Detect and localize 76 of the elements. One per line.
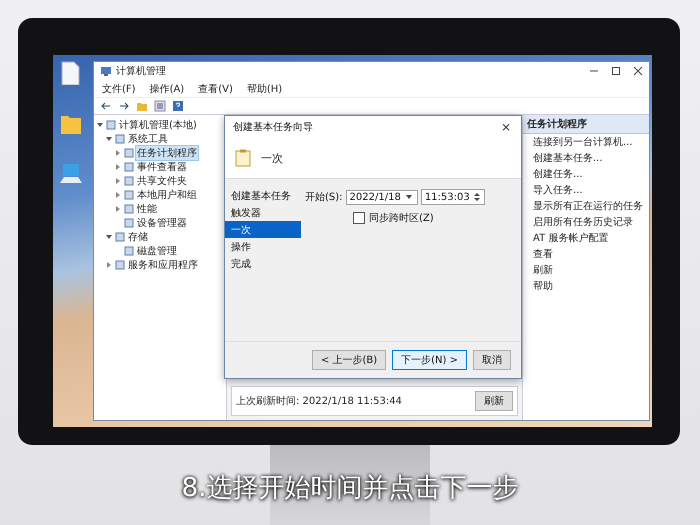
tree-node-icon bbox=[124, 148, 134, 158]
sync-checkbox[interactable] bbox=[353, 212, 365, 224]
task-clipboard-icon bbox=[235, 149, 251, 167]
list-icon[interactable] bbox=[154, 100, 166, 112]
sync-label: 同步跨时区(Z) bbox=[369, 212, 434, 225]
tree-node-icon bbox=[106, 120, 116, 130]
tree-item[interactable]: 性能 bbox=[136, 202, 158, 216]
wizard-step[interactable]: 完成 bbox=[225, 255, 301, 272]
expand-arrow-icon[interactable] bbox=[114, 191, 122, 199]
action-item[interactable]: 连接到另一台计算机... bbox=[523, 134, 649, 150]
action-item[interactable]: 查看 bbox=[523, 246, 649, 262]
expand-arrow-icon[interactable] bbox=[105, 261, 113, 269]
action-item[interactable]: 帮助 bbox=[523, 278, 649, 294]
tree-item[interactable]: 磁盘管理 bbox=[136, 244, 178, 258]
action-item[interactable]: 刷新 bbox=[523, 262, 649, 278]
dialog-title: 创建基本任务向导 bbox=[233, 120, 313, 134]
video-caption: 8.选择开始时间并点击下一步 bbox=[182, 472, 518, 505]
action-item[interactable]: AT 服务帐户配置 bbox=[523, 230, 649, 246]
collapse-arrow-icon[interactable] bbox=[105, 135, 113, 143]
action-item[interactable]: 显示所有正在运行的任务 bbox=[523, 198, 649, 214]
tree-node-icon bbox=[124, 162, 134, 172]
menu-item[interactable]: 帮助(H) bbox=[244, 82, 284, 96]
expand-arrow-icon[interactable] bbox=[114, 163, 122, 171]
wizard-step[interactable]: 操作 bbox=[225, 238, 301, 255]
tree-item[interactable]: 本地用户和组 bbox=[136, 188, 198, 202]
actions-header: 任务计划程序 bbox=[523, 115, 649, 134]
menu-item[interactable]: 操作(A) bbox=[148, 82, 186, 96]
refresh-time-text: 上次刷新时间: 2022/1/18 11:53:44 bbox=[236, 394, 402, 408]
wizard-button[interactable]: < 上一步(B) bbox=[312, 350, 386, 370]
close-icon[interactable] bbox=[633, 66, 643, 76]
tree-item[interactable]: 存储 bbox=[127, 230, 149, 244]
action-item[interactable]: 导入任务... bbox=[523, 182, 649, 198]
refresh-button[interactable]: 刷新 bbox=[475, 391, 513, 411]
wizard-heading: 一次 bbox=[261, 150, 283, 166]
action-item[interactable]: 创建基本任务... bbox=[523, 150, 649, 166]
tree-node-icon bbox=[124, 218, 134, 228]
wizard-step[interactable]: 一次 bbox=[225, 221, 301, 238]
wizard-button[interactable]: 取消 bbox=[473, 350, 511, 370]
maximize-icon[interactable] bbox=[611, 66, 621, 76]
menu-item[interactable]: 查看(V) bbox=[196, 82, 235, 96]
forward-arrow-icon[interactable] bbox=[118, 100, 130, 112]
tree-node-icon bbox=[124, 176, 134, 186]
time-field[interactable]: 11:53:03 bbox=[420, 189, 485, 205]
close-button[interactable]: × bbox=[494, 120, 517, 134]
tree-node-icon bbox=[115, 134, 125, 144]
window-title: 计算机管理 bbox=[116, 64, 167, 78]
back-arrow-icon[interactable] bbox=[100, 100, 112, 112]
tree-node-icon bbox=[124, 190, 134, 200]
help-icon[interactable] bbox=[172, 100, 184, 112]
tree-item[interactable]: 事件查看器 bbox=[136, 160, 188, 174]
date-field[interactable]: 2022/1/18 bbox=[346, 190, 418, 204]
tree-node-icon bbox=[115, 260, 125, 270]
action-item[interactable]: 创建任务... bbox=[523, 166, 649, 182]
menu-item[interactable]: 文件(F) bbox=[100, 82, 138, 96]
tree-item[interactable]: 设备管理器 bbox=[136, 216, 188, 230]
expand-arrow-icon[interactable] bbox=[114, 205, 122, 213]
tree-item[interactable]: 共享文件夹 bbox=[136, 174, 188, 188]
wizard-step[interactable]: 创建基本任务 bbox=[225, 187, 301, 204]
expand-arrow-icon[interactable] bbox=[114, 149, 122, 157]
tree-node-icon bbox=[124, 204, 134, 214]
spinner-icon[interactable] bbox=[472, 191, 481, 203]
tree-item[interactable]: 计算机管理(本地) bbox=[118, 118, 198, 132]
tree-item[interactable]: 系统工具 bbox=[127, 132, 169, 146]
app-icon bbox=[100, 65, 112, 77]
tree-item[interactable]: 任务计划程序 bbox=[136, 146, 198, 160]
collapse-arrow-icon[interactable] bbox=[105, 233, 113, 241]
wizard-step[interactable]: 触发器 bbox=[225, 204, 301, 221]
tree-item[interactable]: 服务和应用程序 bbox=[127, 258, 199, 272]
computer-icon[interactable] bbox=[59, 161, 83, 185]
tree-node-icon bbox=[115, 232, 125, 242]
expand-arrow-icon[interactable] bbox=[114, 177, 122, 185]
action-item[interactable]: 启用所有任务历史记录 bbox=[523, 214, 649, 230]
collapse-arrow-icon[interactable] bbox=[96, 121, 104, 129]
tree-node-icon bbox=[124, 246, 134, 256]
start-label: 开始(S): bbox=[305, 191, 343, 204]
wizard-button[interactable]: 下一步(N) > bbox=[392, 350, 467, 370]
